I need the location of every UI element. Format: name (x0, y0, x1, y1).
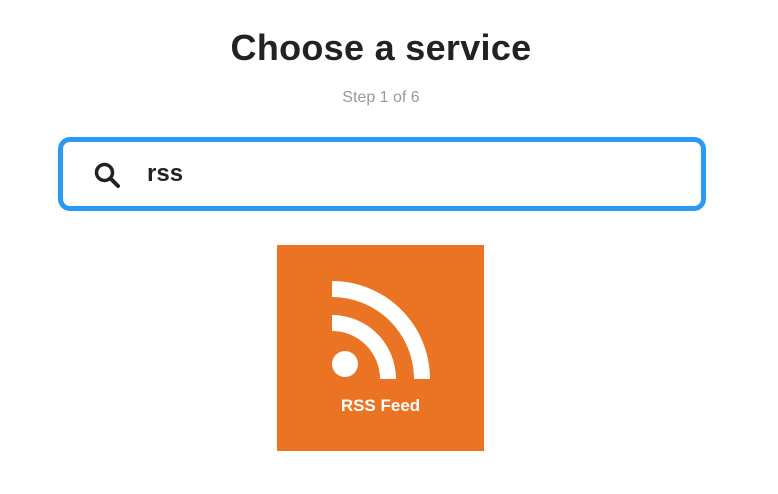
search-icon (94, 162, 120, 188)
step-indicator: Step 1 of 6 (342, 89, 420, 106)
service-tile-rss-feed[interactable]: RSS Feed (277, 245, 484, 451)
choose-service-page: Choose a service Step 1 of 6 RSS Feed (0, 0, 778, 494)
service-tile-label: RSS Feed (340, 396, 421, 415)
search-box[interactable] (58, 137, 706, 211)
rss-icon (332, 281, 430, 379)
page-title: Choose a service (230, 27, 532, 68)
search-input[interactable] (147, 150, 667, 198)
